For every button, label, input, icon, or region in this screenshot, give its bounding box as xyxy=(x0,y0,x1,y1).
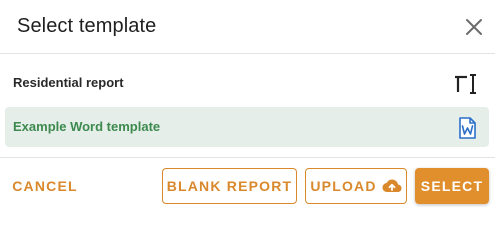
select-button[interactable]: SELECT xyxy=(415,168,489,204)
cloud-upload-icon xyxy=(382,178,402,194)
blank-report-button[interactable]: BLANK REPORT xyxy=(162,168,297,204)
word-document-icon xyxy=(455,116,479,140)
dialog-header: Select template xyxy=(0,0,495,54)
template-item-residential-report[interactable]: Residential report xyxy=(5,63,489,103)
dialog-title: Select template xyxy=(17,15,157,37)
upload-button[interactable]: UPLOAD xyxy=(305,168,407,204)
cancel-button[interactable]: CANCEL xyxy=(7,168,83,204)
select-template-dialog: Select template Residential report Examp… xyxy=(0,0,495,211)
close-button[interactable] xyxy=(463,16,485,38)
template-list: Residential report Example Word template xyxy=(0,54,495,158)
upload-button-label: UPLOAD xyxy=(310,178,377,194)
close-icon xyxy=(466,19,482,35)
template-item-label: Residential report xyxy=(13,75,124,90)
template-item-example-word-template[interactable]: Example Word template xyxy=(5,107,489,147)
template-item-label: Example Word template xyxy=(13,119,161,134)
text-format-icon xyxy=(453,72,477,96)
dialog-footer: CANCEL BLANK REPORT UPLOAD SELECT xyxy=(0,158,495,211)
